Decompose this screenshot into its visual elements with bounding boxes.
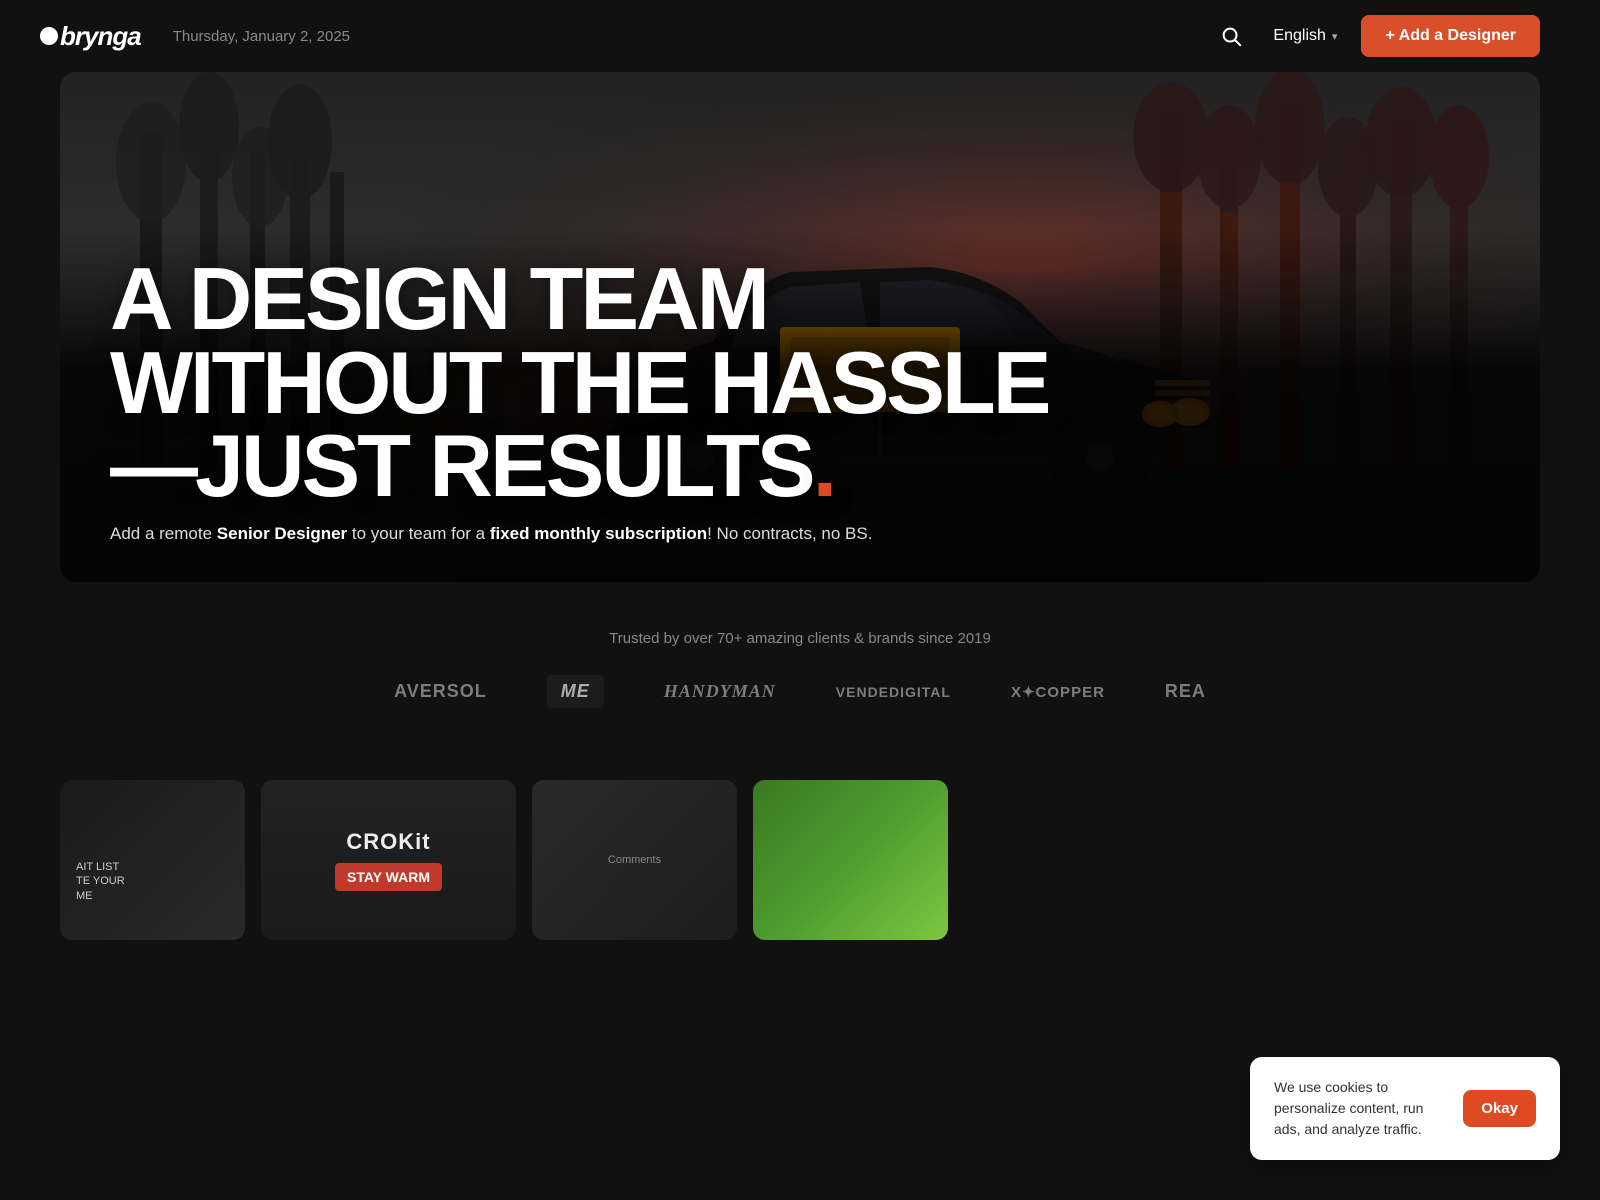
hero-content: A Design Team Without the Hassle —Just R…	[60, 227, 1540, 582]
thumb-stay-warm: STAY WARM	[335, 863, 442, 891]
hero-headline: A Design Team Without the Hassle —Just R…	[110, 257, 1490, 508]
headline-line3: —Just Results.	[110, 416, 834, 515]
sidebar-indicator	[40, 27, 58, 45]
header-right: English ▾ + Add a Designer	[1213, 15, 1540, 57]
brands-row: AVERSOL ME HandyMan vendedigital X✦COPPE…	[60, 675, 1540, 708]
thumb-comments-label: Comments	[596, 842, 673, 878]
portfolio-thumb-2[interactable]: CROKit STAY WARM	[261, 780, 516, 940]
brand-aversol: AVERSOL	[394, 681, 487, 702]
language-selector[interactable]: English ▾	[1273, 27, 1337, 45]
brand-rea: REA	[1165, 681, 1206, 702]
portfolio-section: AIT LISTTE YOURME CROKit STAY WARM Comme…	[0, 740, 1600, 940]
portfolio-thumb-4[interactable]	[753, 780, 948, 940]
language-label: English	[1273, 27, 1325, 45]
trusted-section: Trusted by over 70+ amazing clients & br…	[0, 582, 1600, 740]
search-button[interactable]	[1213, 18, 1249, 54]
header: brynga Thursday, January 2, 2025 English…	[0, 0, 1600, 72]
chevron-down-icon: ▾	[1332, 30, 1338, 43]
cookie-banner: We use cookies to personalize content, r…	[1250, 1057, 1560, 1160]
cookie-okay-button[interactable]: Okay	[1463, 1090, 1536, 1127]
hero-subtext: Add a remote Senior Designer to your tea…	[110, 524, 1490, 544]
thumb-waitlist-text: AIT LISTTE YOURME	[76, 860, 125, 903]
header-left: brynga Thursday, January 2, 2025	[60, 21, 350, 52]
cookie-text: We use cookies to personalize content, r…	[1274, 1077, 1447, 1140]
hero-section: A Design Team Without the Hassle —Just R…	[0, 72, 1600, 582]
brand-vende: vendedigital	[836, 684, 951, 700]
logo[interactable]: brynga	[60, 21, 141, 52]
brand-copper: X✦COPPER	[1011, 683, 1105, 701]
brand-me: ME	[547, 675, 604, 708]
hero-image: A Design Team Without the Hassle —Just R…	[60, 72, 1540, 582]
search-icon	[1220, 25, 1242, 47]
portfolio-thumb-1[interactable]: AIT LISTTE YOURME	[60, 780, 245, 940]
portfolio-thumb-3[interactable]: Comments	[532, 780, 737, 940]
thumb-crok-label: CROKit	[346, 829, 430, 855]
trusted-label: Trusted by over 70+ amazing clients & br…	[60, 630, 1540, 647]
headline-dot: .	[813, 416, 834, 515]
brand-handyman: HandyMan	[664, 681, 776, 702]
add-designer-button[interactable]: + Add a Designer	[1361, 15, 1540, 57]
header-date: Thursday, January 2, 2025	[173, 28, 350, 45]
